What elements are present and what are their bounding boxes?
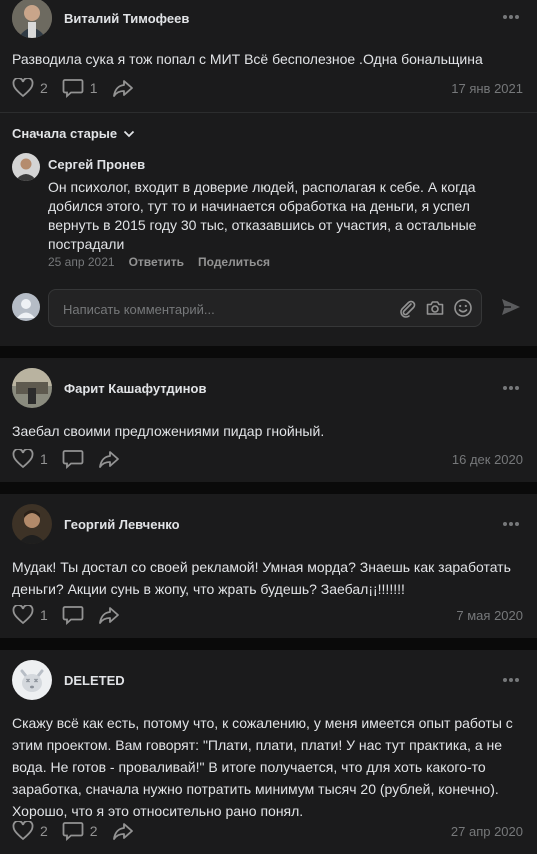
input-icons	[389, 298, 473, 318]
heart-icon	[12, 449, 34, 469]
more-options-icon[interactable]	[503, 15, 519, 19]
reply-link[interactable]: Ответить	[129, 255, 184, 269]
comment-icon	[62, 606, 84, 625]
share-icon	[98, 607, 119, 624]
like-count: 2	[40, 80, 48, 96]
share-button[interactable]	[98, 449, 120, 469]
comment-count: 1	[89, 80, 98, 96]
share-link[interactable]: Поделиться	[198, 255, 270, 269]
heart-icon	[12, 605, 34, 625]
like-button[interactable]: 2	[12, 821, 48, 841]
my-avatar	[12, 293, 40, 321]
heart-icon	[12, 821, 34, 841]
smile-icon[interactable]	[453, 298, 473, 318]
post-separator	[0, 638, 537, 650]
more-options-icon[interactable]	[503, 386, 519, 390]
share-icon	[112, 823, 133, 840]
post: DELETED Скажу всё как есть, потому что, …	[0, 650, 537, 854]
paperclip-icon[interactable]	[397, 298, 417, 318]
post-actions: 2 1	[12, 76, 148, 100]
avatar[interactable]	[12, 660, 52, 700]
like-button[interactable]: 2	[12, 78, 48, 98]
post-author[interactable]: Фарит Кашафутдинов	[64, 381, 206, 396]
post: Георгий Левченко Мудак! Ты достал со сво…	[0, 494, 537, 638]
post-author[interactable]: Виталий Тимофеев	[64, 11, 189, 26]
comment-meta: 25 апр 2021 Ответить Поделиться	[48, 255, 284, 269]
comment-icon	[62, 822, 84, 841]
avatar[interactable]	[12, 368, 52, 408]
like-count: 1	[40, 451, 48, 467]
comment-button[interactable]	[62, 449, 84, 469]
like-count: 1	[40, 607, 48, 623]
post-date: 16 дек 2020	[451, 452, 523, 467]
like-button[interactable]: 1	[12, 449, 48, 469]
comment-icon	[62, 450, 84, 469]
send-icon[interactable]	[500, 296, 522, 318]
like-count: 2	[40, 823, 48, 839]
post-date: 27 апр 2020	[450, 824, 523, 839]
post-author[interactable]: Георгий Левченко	[64, 517, 180, 532]
post-separator	[0, 482, 537, 494]
share-button[interactable]	[112, 78, 134, 98]
post-date: 17 янв 2021	[451, 81, 523, 96]
post-text: Мудак! Ты достал со своей рекламой! Умна…	[12, 559, 511, 597]
post-text: Разводила сука я тож попал с МИТ Всё бес…	[12, 51, 483, 67]
avatar[interactable]	[12, 504, 52, 544]
comment-author[interactable]: Сергей Пронев	[48, 157, 145, 172]
more-options-icon[interactable]	[503, 522, 519, 526]
post-text: Заебал своими предложениями пидар гнойны…	[12, 423, 325, 439]
share-icon	[112, 80, 133, 97]
comment-input-row	[12, 289, 525, 328]
post-separator	[0, 346, 537, 358]
chevron-down-icon	[123, 130, 135, 137]
comment-input-box[interactable]	[48, 289, 482, 328]
post-actions: 1	[12, 447, 134, 471]
like-button[interactable]: 1	[12, 605, 48, 625]
post-actions: 1	[12, 603, 134, 627]
comment-sort-dropdown[interactable]: Сначала старые	[12, 126, 135, 141]
share-icon	[98, 451, 119, 468]
post-text: Скажу всё как есть, потому что, к сожале…	[12, 715, 513, 819]
comment-input[interactable]	[61, 290, 385, 328]
comment-icon	[62, 79, 84, 98]
comment-button[interactable]	[62, 605, 84, 625]
post: Фарит Кашафутдинов Заебал своими предлож…	[0, 358, 537, 482]
avatar[interactable]	[12, 0, 52, 38]
post-author[interactable]: DELETED	[64, 673, 125, 688]
heart-icon	[12, 78, 34, 98]
share-button[interactable]	[98, 605, 120, 625]
comment-button[interactable]: 1	[62, 78, 98, 98]
more-options-icon[interactable]	[503, 678, 519, 682]
share-button[interactable]	[112, 821, 134, 841]
sort-label: Сначала старые	[12, 126, 118, 141]
post-actions: 2 2	[12, 819, 148, 843]
comment-button[interactable]: 2	[62, 821, 98, 841]
camera-icon[interactable]	[425, 298, 445, 318]
commenter-avatar[interactable]	[12, 153, 40, 181]
comment-date: 25 апр 2021	[48, 255, 115, 269]
divider	[0, 112, 537, 113]
comment-text: Он психолог, входит в доверие людей, рас…	[48, 179, 477, 252]
post: Виталий Тимофеев Разводила сука я тож по…	[0, 0, 537, 110]
comment-count: 2	[89, 823, 98, 839]
post-date: 7 мая 2020	[456, 608, 523, 623]
